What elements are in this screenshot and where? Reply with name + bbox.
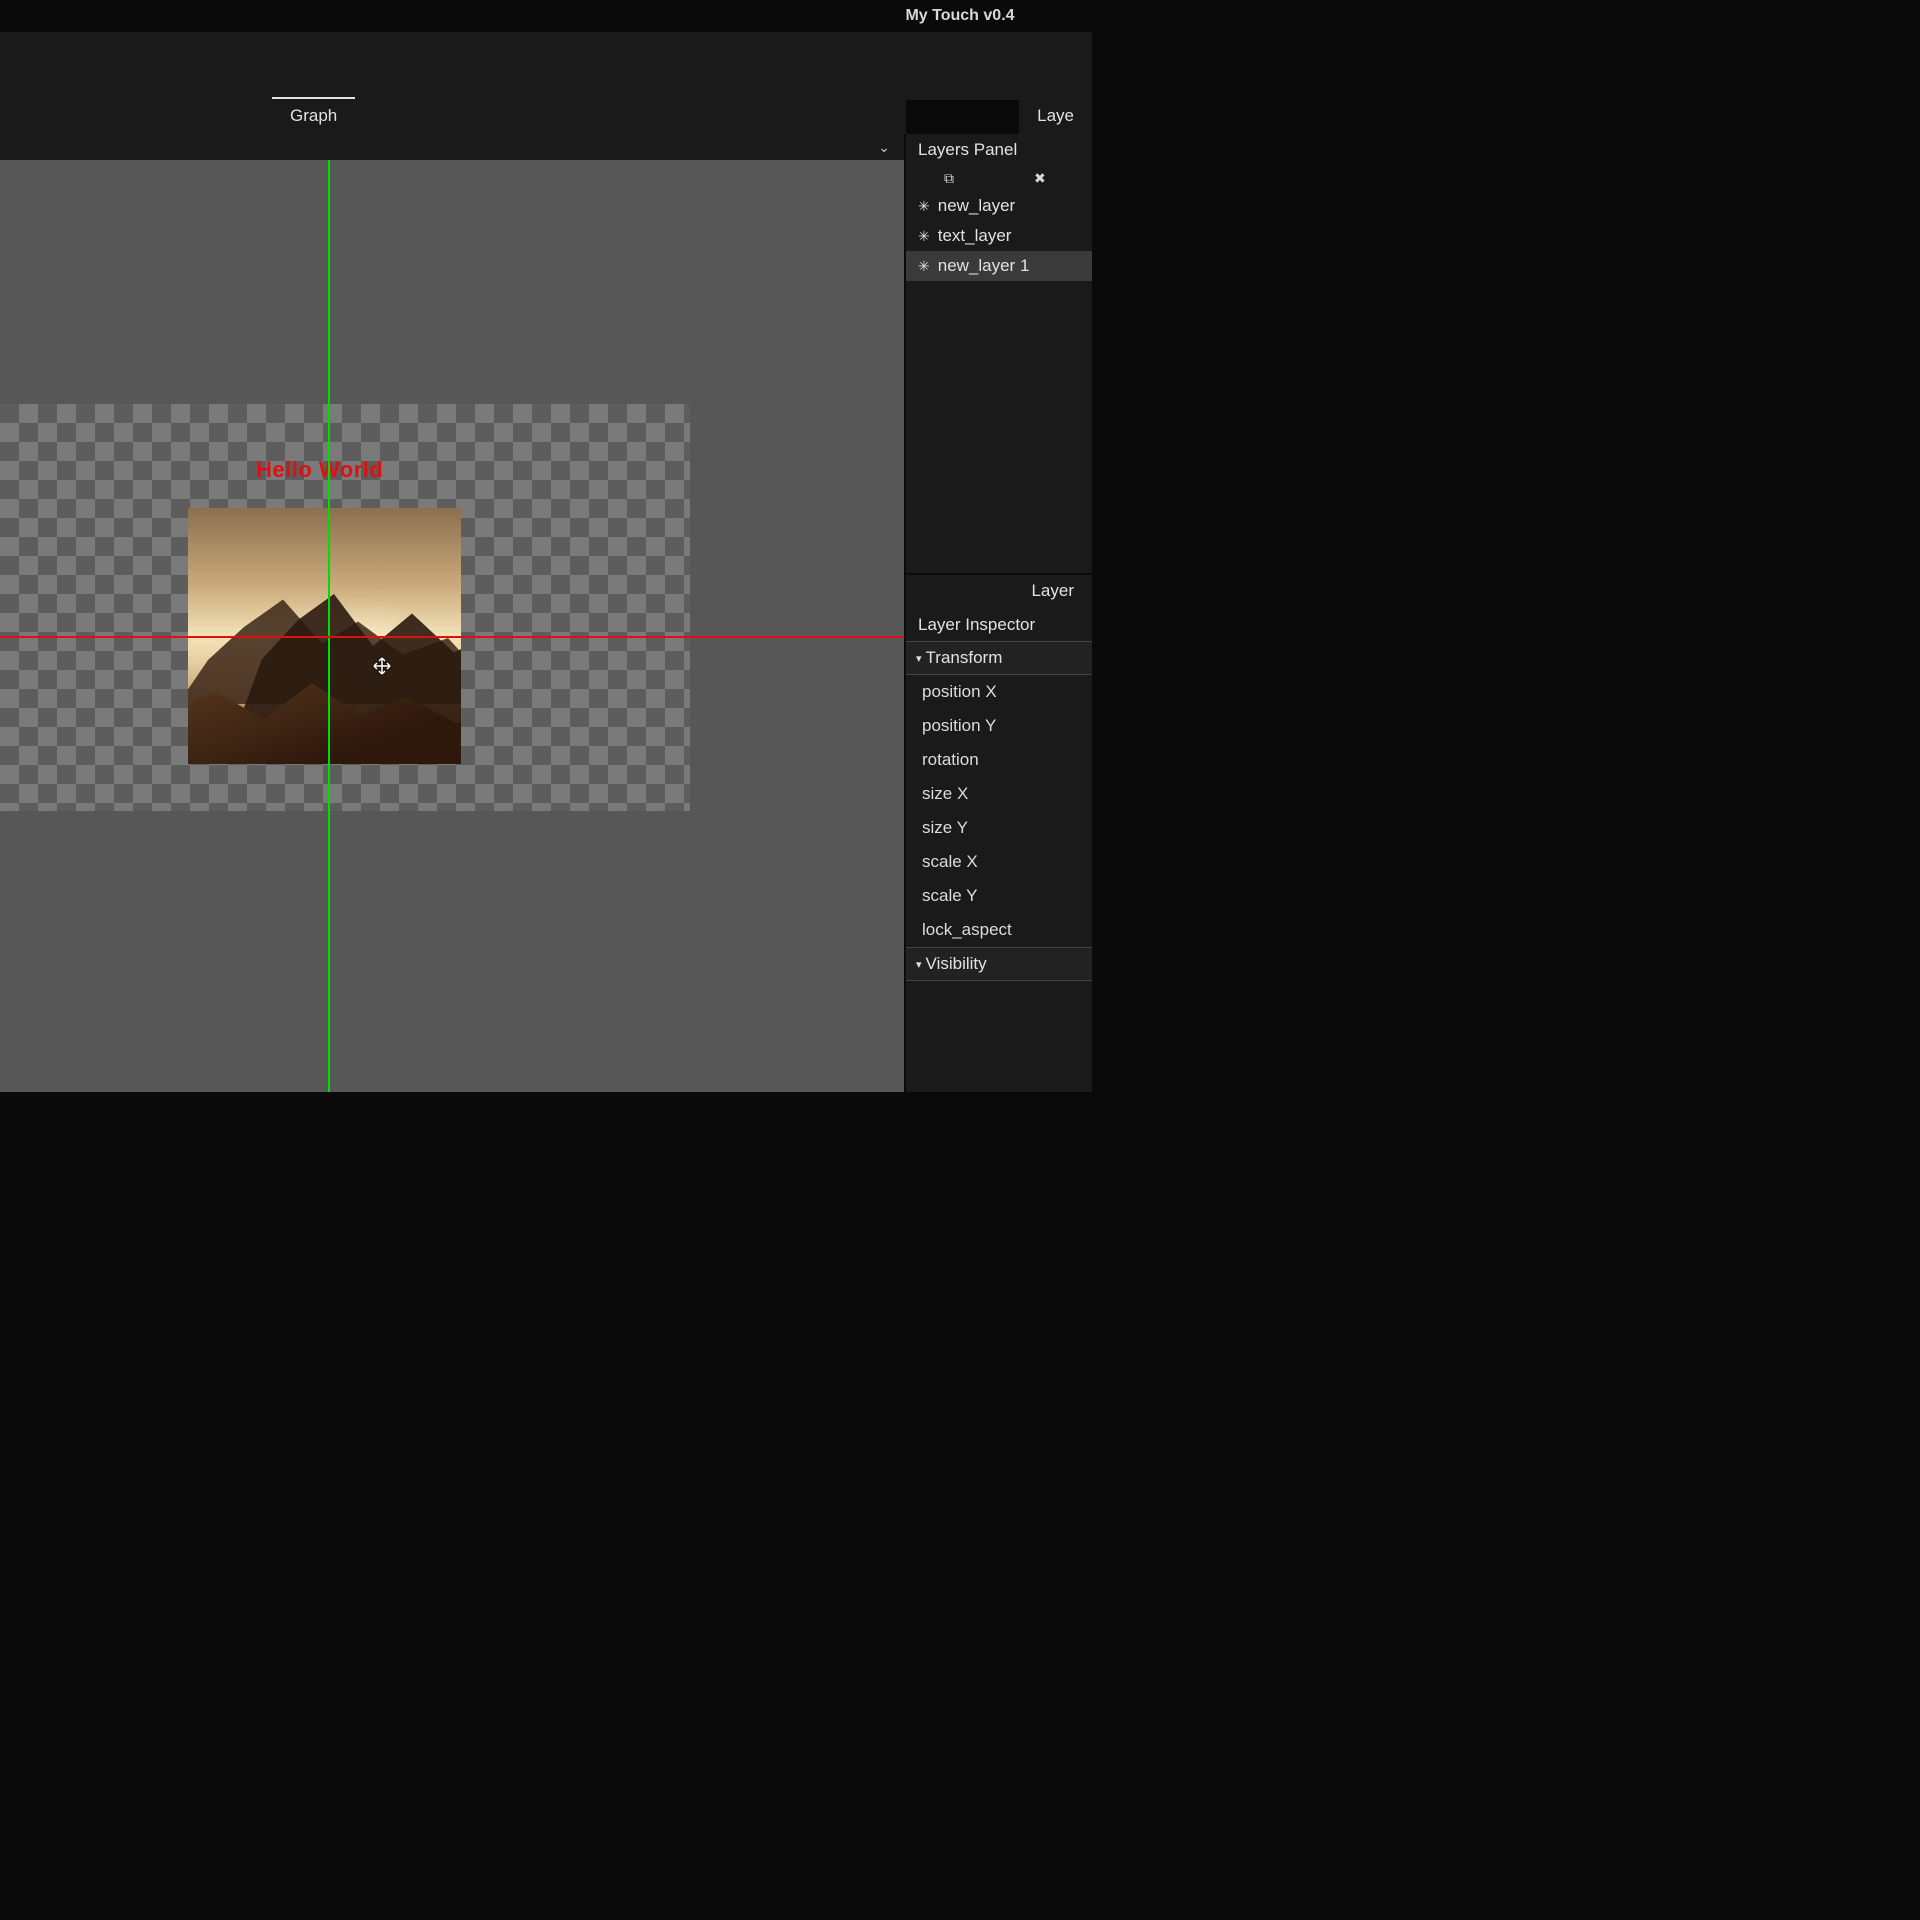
- right-tabbar-top: Laye: [906, 100, 1092, 134]
- viewport-menu-chevron-icon[interactable]: ⌄: [878, 139, 890, 156]
- titlebar: My Touch v0.4: [0, 0, 1092, 32]
- inspector-group-label: Transform: [926, 648, 1003, 668]
- tab-layers-truncated[interactable]: Laye: [1019, 100, 1092, 134]
- inspector-group-label: Visibility: [926, 954, 987, 974]
- layer-label: text_layer: [938, 226, 1012, 246]
- move-cursor-icon: [371, 655, 393, 677]
- layer-icon: ✳: [918, 258, 930, 275]
- layer-label: new_layer: [938, 196, 1016, 216]
- horizontal-guide[interactable]: [0, 636, 904, 638]
- inspector-title: Layer Inspector: [906, 609, 1092, 641]
- layer-row-text-layer[interactable]: ✳ text_layer: [906, 221, 1092, 251]
- inspector-tabbar: Layer: [906, 575, 1092, 609]
- prop-position-y[interactable]: position Y: [906, 709, 1092, 743]
- layer-icon: ✳: [918, 198, 930, 215]
- prop-size-x[interactable]: size X: [906, 777, 1092, 811]
- content: ⌄ Hello World Layers Panel ⧉ ✖: [0, 134, 1092, 1092]
- prop-rotation[interactable]: rotation: [906, 743, 1092, 777]
- app-title: My Touch v0.4: [905, 7, 1014, 25]
- tab-layer-inspector-truncated[interactable]: Layer: [1013, 575, 1092, 609]
- caret-down-icon: ▾: [916, 652, 922, 665]
- prop-scale-x[interactable]: scale X: [906, 845, 1092, 879]
- text-layer-hello[interactable]: Hello World: [256, 457, 383, 483]
- layer-label: new_layer 1: [938, 256, 1030, 276]
- tab-graph[interactable]: Graph: [272, 97, 355, 134]
- inspector-group-transform[interactable]: ▾ Transform: [906, 641, 1092, 675]
- prop-scale-y[interactable]: scale Y: [906, 879, 1092, 913]
- layers-panel-title: Layers Panel: [906, 134, 1092, 166]
- layer-row-new-layer[interactable]: ✳ new_layer: [906, 191, 1092, 221]
- prop-lock-aspect[interactable]: lock_aspect: [906, 913, 1092, 947]
- inspector-panel: Layer Layer Inspector ▾ Transform positi…: [906, 573, 1092, 1092]
- prop-position-x[interactable]: position X: [906, 675, 1092, 709]
- delete-layer-icon[interactable]: ✖: [1034, 170, 1046, 187]
- inspector-group-visibility[interactable]: ▾ Visibility: [906, 947, 1092, 981]
- duplicate-layer-icon[interactable]: ⧉: [944, 170, 954, 187]
- layer-row-new-layer-1[interactable]: ✳ new_layer 1: [906, 251, 1092, 281]
- layers-toolbar: ⧉ ✖: [906, 166, 1092, 191]
- prop-size-y[interactable]: size Y: [906, 811, 1092, 845]
- vertical-guide[interactable]: [328, 160, 330, 1092]
- viewport-toolbar: ⌄: [0, 134, 904, 160]
- main-tabbar: Graph: [0, 100, 906, 134]
- viewport-column: ⌄ Hello World: [0, 134, 906, 1092]
- canvas-stage[interactable]: Hello World: [0, 160, 904, 1092]
- caret-down-icon: ▾: [916, 958, 922, 971]
- right-sidebar: Layers Panel ⧉ ✖ ✳ new_layer ✳ text_laye…: [906, 134, 1092, 1092]
- layer-icon: ✳: [918, 228, 930, 245]
- layers-panel: Layers Panel ⧉ ✖ ✳ new_layer ✳ text_laye…: [906, 134, 1092, 573]
- header-spacer: [0, 32, 1092, 100]
- layer-list: ✳ new_layer ✳ text_layer ✳ new_layer 1: [906, 191, 1092, 281]
